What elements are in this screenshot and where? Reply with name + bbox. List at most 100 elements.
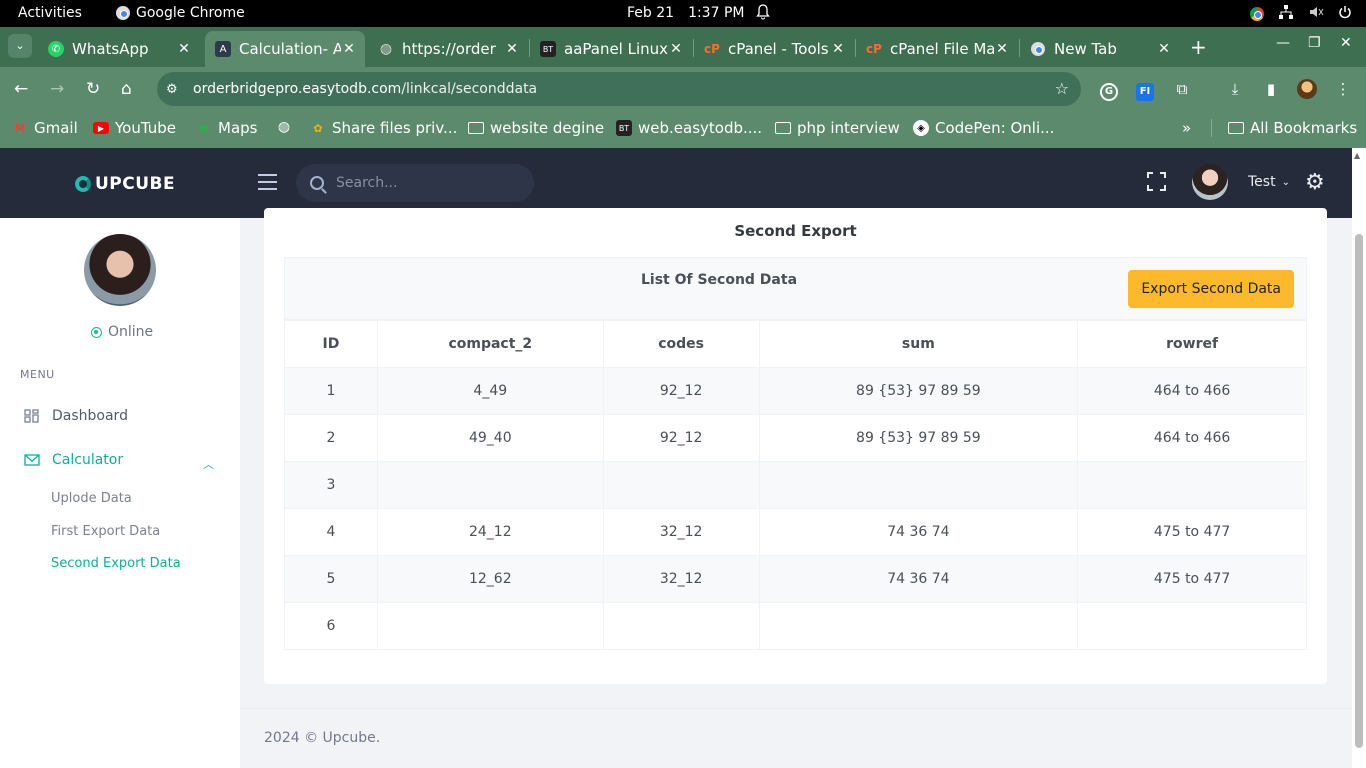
bookmark-web-easytodb[interactable]: BT web.easytodb.... (616, 119, 762, 137)
sidebar-item-calculator[interactable]: Calculator (24, 452, 123, 468)
close-tab-icon[interactable]: ✕ (668, 41, 684, 57)
column-header-sum[interactable]: sum (758, 320, 1079, 368)
scrollbar-thumb[interactable] (1355, 234, 1363, 748)
menu-kebab-icon[interactable]: ⋮ (1333, 79, 1353, 99)
sidebar-subitem-first-export[interactable]: First Export Data (51, 524, 160, 539)
hamburger-menu-icon[interactable] (258, 174, 277, 195)
scroll-up-arrow-icon[interactable]: ▲ (1354, 151, 1360, 160)
bookmark-label: YouTube (115, 119, 176, 137)
column-header-id[interactable]: ID (284, 320, 378, 368)
sidebar-subitem-second-export[interactable]: Second Export Data (51, 556, 181, 571)
user-dropdown[interactable]: Test ⌄ (1192, 164, 1290, 200)
tab-cpanel-file-manager[interactable]: cP cPanel File Ma ✕ (856, 31, 1018, 67)
back-button[interactable]: ← (14, 79, 28, 99)
all-bookmarks[interactable]: All Bookmarks (1211, 119, 1357, 137)
upcube-logo[interactable]: UPCUBE (75, 174, 175, 194)
cell-sum: 74 36 74 (758, 508, 1079, 556)
chrome-tray-icon (1250, 7, 1264, 21)
bookmarks-bar: M Gmail ▶ YouTube ⬢ Maps ◍ ✿ Share files pri… (0, 112, 1366, 148)
cell-sum: 89 {53} 97 89 59 (758, 414, 1079, 462)
cell-rowref (1077, 461, 1307, 509)
cell-compact: 12_62 (376, 555, 604, 603)
folder-icon (1228, 122, 1244, 134)
online-dot-icon (91, 326, 102, 338)
column-header-codes[interactable]: codes (602, 320, 760, 368)
search-input[interactable] (336, 175, 506, 191)
tab-title: WhatsApp (72, 40, 149, 58)
extension-fi-icon[interactable]: FI (1135, 79, 1155, 101)
cell-codes: 32_12 (602, 555, 760, 603)
address-bar[interactable]: ⚙ orderbridgepro.easytodb.com/linkcal/se… (157, 72, 1081, 106)
bookmark-label: php interview (797, 119, 900, 137)
chevron-down-icon: ⌄ (1281, 176, 1290, 188)
bookmark-star-icon[interactable]: ☆ (1055, 79, 1069, 98)
more-bookmarks-chevron-icon[interactable]: » (1182, 119, 1191, 137)
app-menu[interactable]: Google Chrome (116, 5, 245, 21)
column-header-compact[interactable]: compact_2 (376, 320, 604, 368)
clock[interactable]: Feb 21 1:37 PM (627, 5, 744, 21)
tab-strip: ⌄ ✆ WhatsApp ✕ A Calculation- A ✕ ◍ http… (0, 27, 1366, 67)
chevron-up-icon[interactable]: ︿ (203, 456, 214, 472)
table-row: 6 (284, 602, 1307, 650)
gear-icon[interactable]: ⚙ (1305, 170, 1325, 195)
close-tab-icon[interactable]: ✕ (994, 41, 1010, 57)
bookmark-globe[interactable]: ◍ (276, 119, 298, 135)
close-tab-icon[interactable]: ✕ (504, 41, 520, 57)
tab-aapanel[interactable]: BT aaPanel Linux ✕ (530, 31, 692, 67)
bookmark-label: Share files priv... (332, 119, 458, 137)
tab-calculation[interactable]: A Calculation- A ✕ (205, 31, 365, 67)
new-tab-button[interactable]: + (1190, 35, 1207, 59)
cell-sum: 89 {53} 97 89 59 (758, 367, 1079, 415)
cell-codes: 92_12 (602, 414, 760, 462)
cell-codes (602, 602, 760, 650)
download-icon[interactable]: ⤓ (1225, 79, 1245, 99)
minimize-icon[interactable]: — (1276, 35, 1290, 51)
bookmark-share-files[interactable]: ✿ Share files priv... (310, 119, 457, 137)
close-tab-icon[interactable]: ✕ (830, 41, 846, 57)
sidebar-item-dashboard[interactable]: Dashboard (24, 408, 128, 424)
tab-new-tab[interactable]: New Tab ✕ (1020, 31, 1180, 67)
share-icon: ✿ (313, 121, 323, 135)
bookmark-codepen[interactable]: ◈ CodePen: Onli... (913, 119, 1054, 137)
bookmark-php-interview[interactable]: php interview (775, 119, 900, 137)
avatar (1192, 164, 1228, 200)
bookmark-website-degine[interactable]: website degine (468, 119, 604, 137)
page-scrollbar[interactable]: ▲ (1352, 148, 1366, 768)
tab-cpanel-tools[interactable]: cP cPanel - Tools ✕ (694, 31, 854, 67)
cell-compact: 49_40 (376, 414, 604, 462)
tab-search-dropdown[interactable]: ⌄ (8, 34, 32, 58)
cell-sum (758, 602, 1079, 650)
close-window-icon[interactable]: ✕ (1340, 35, 1352, 51)
side-panel-icon[interactable]: ▮ (1261, 79, 1281, 99)
activities-button[interactable]: Activities (18, 5, 82, 21)
extensions-puzzle-icon[interactable]: ⧉ (1172, 79, 1192, 99)
home-button[interactable]: ⌂ (121, 79, 132, 99)
restore-icon[interactable]: ❐ (1308, 35, 1321, 51)
tab-title: New Tab (1054, 40, 1117, 58)
cell-rowref: 464 to 466 (1077, 367, 1307, 415)
grammarly-icon[interactable]: G (1099, 79, 1119, 101)
profile-avatar-icon[interactable] (1297, 79, 1317, 99)
fullscreen-icon[interactable] (1147, 172, 1166, 191)
reload-button[interactable]: ↻ (86, 79, 100, 99)
site-info-icon[interactable]: ⚙ (166, 82, 184, 97)
bookmark-gmail[interactable]: M Gmail (12, 119, 78, 137)
close-tab-icon[interactable]: ✕ (176, 41, 192, 57)
second-export-card: Second Export List Of Second Data Export… (264, 208, 1327, 684)
tab-whatsapp[interactable]: ✆ WhatsApp ✕ (38, 31, 200, 67)
globe-icon: ◍ (277, 119, 291, 135)
cell-id: 4 (284, 508, 378, 556)
column-header-rowref[interactable]: rowref (1077, 320, 1307, 368)
system-tray[interactable] (1250, 4, 1352, 24)
search-icon (310, 176, 324, 190)
export-second-data-button[interactable]: Export Second Data (1128, 270, 1294, 308)
forward-button[interactable]: → (50, 79, 64, 99)
sidebar-subitem-uplode-data[interactable]: Uplode Data (51, 491, 132, 506)
folder-icon (775, 122, 791, 134)
close-tab-icon[interactable]: ✕ (341, 41, 357, 57)
tab-order[interactable]: ◍ https://order ✕ (368, 31, 528, 67)
bookmark-youtube[interactable]: ▶ YouTube (93, 119, 176, 137)
close-tab-icon[interactable]: ✕ (1156, 41, 1172, 57)
bookmark-maps[interactable]: ⬢ Maps (196, 119, 257, 137)
cell-compact: 24_12 (376, 508, 604, 556)
